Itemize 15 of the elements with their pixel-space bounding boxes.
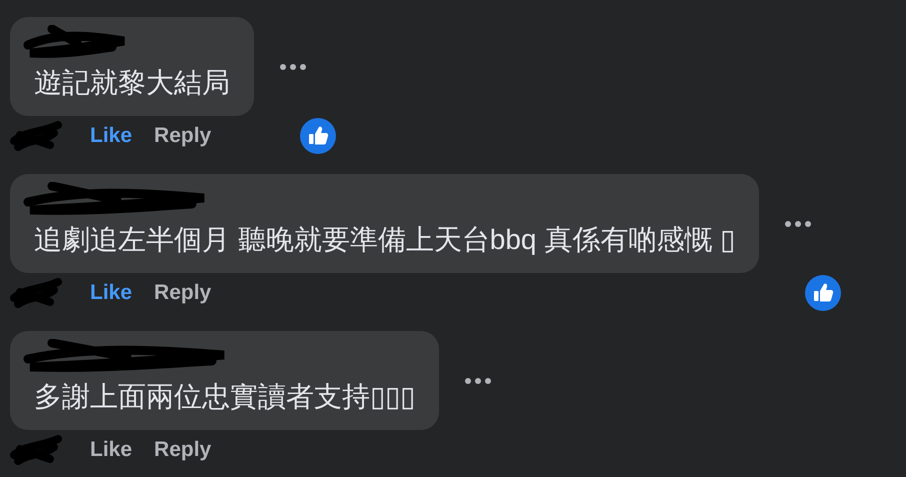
redaction-scribble [10,276,62,310]
reply-link[interactable]: Reply [154,281,212,305]
reply-link[interactable]: Reply [154,438,212,462]
more-options-icon[interactable] [785,220,812,226]
like-link[interactable]: Like [90,124,132,148]
reply-link[interactable]: Reply [154,124,212,148]
redaction-scribble [10,433,62,467]
comment-text: 遊記就黎大結局 [34,67,230,99]
like-link[interactable]: Like [90,438,132,462]
comment-text: 追劇追左半個月 聽晚就要準備上天台bbq 真係有啲感慨 ▯ [34,224,736,256]
more-options-icon[interactable] [280,64,306,70]
comment-text: 多謝上面兩位忠實讀者支持▯▯▯ [34,381,415,413]
redaction-scribble [10,119,62,153]
more-options-icon[interactable] [465,378,491,384]
like-link[interactable]: Like [90,281,132,305]
